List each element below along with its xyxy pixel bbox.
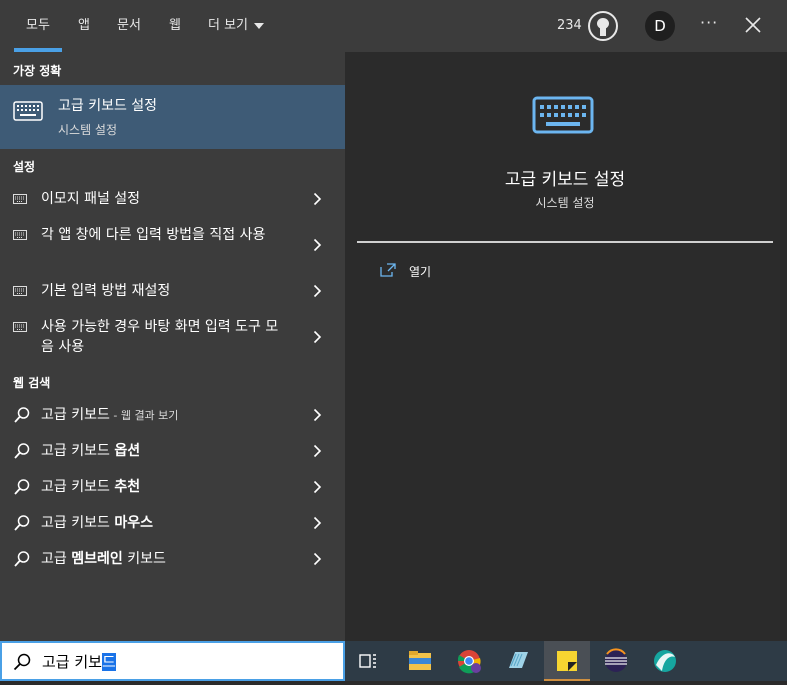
tab-apps-label: 앱 [78,18,90,33]
more-options-icon[interactable]: ··· [700,13,718,32]
open-icon[interactable] [380,263,396,277]
best-match-item[interactable]: 고급 키보드 설정 시스템 설정 [0,85,345,149]
keyboard-icon [13,322,27,332]
chrome-button[interactable] [446,641,492,681]
chevron-right-icon [313,192,322,206]
task-view-icon [359,654,376,668]
chevron-right-icon [313,408,322,422]
tab-more[interactable]: 더 보기 [208,0,265,52]
sticky-notes-button[interactable] [544,641,590,681]
search-top-bar: 모두 앱 문서 웹 더 보기 234 D ··· [0,0,787,52]
task-view-button[interactable] [345,641,391,681]
keyboard-icon [13,230,27,240]
web-result-suggestion: 마우스 [114,515,153,531]
app-icon [654,650,676,672]
tab-all[interactable]: 모두 [14,0,62,52]
panel-gap [345,52,357,641]
rewards-medal-icon[interactable] [588,11,618,41]
file-explorer-button[interactable] [397,641,443,681]
web-result-suggestion: 멤브레인 [71,551,123,567]
detail-subtitle: 시스템 설정 [535,196,595,210]
detail-pane: 고급 키보드 설정 시스템 설정 열기 [357,66,773,641]
keyboard-icon [13,286,27,296]
search-icon [13,653,31,671]
rewards-points: 234 [557,18,582,33]
settings-result-label: 기본 입력 방법 재설정 [41,283,171,299]
best-match-subtitle: 시스템 설정 [58,123,118,137]
chrome-icon [457,650,481,674]
settings-result-label: 이모지 패널 설정 [41,191,141,207]
avatar[interactable]: D [645,11,675,41]
settings-result-label: 사용 가능한 경우 바탕 화면 입력 도구 모음 사용 [41,319,279,355]
keyboard-icon [532,96,594,134]
keyboard-icon [13,194,27,204]
web-result-query: 고급 키보드 [41,443,115,459]
web-result-query: 고급 [41,551,72,567]
right-edge [773,52,787,641]
search-query-text: 고급 키보 [42,653,102,671]
web-result-suggestion: 옵션 [114,443,141,459]
results-panel: 가장 정확 고급 키보드 설정 시스템 설정 설정 이모지 패널 설정 각 앱 … [0,52,345,641]
settings-result-item[interactable]: 각 앱 창에 다른 입력 방법을 직접 사용 [0,224,345,266]
section-best-match: 가장 정확 [13,64,62,78]
chevron-right-icon [313,238,322,252]
web-result-query-end: 키보드 [122,551,166,567]
section-settings: 설정 [13,160,36,174]
web-result-item[interactable]: 고급 키보드 - 웹 결과 보기 [0,404,345,426]
chevron-right-icon [313,480,322,494]
tab-documents-label: 문서 [117,18,141,33]
sticky-notes-icon [557,651,577,671]
search-input[interactable]: 고급 키보드 [0,641,345,681]
open-action-label[interactable]: 열기 [409,263,431,280]
tab-web-label: 웹 [169,18,181,33]
settings-result-item[interactable]: 이모지 패널 설정 [0,188,345,210]
settings-result-item[interactable]: 사용 가능한 경우 바탕 화면 입력 도구 모음 사용 [0,316,345,358]
notepad-icon [509,652,528,668]
close-icon[interactable] [744,16,762,34]
search-icon [14,551,30,567]
web-result-query: 고급 키보드 [41,407,110,423]
tab-web[interactable]: 웹 [169,0,181,52]
web-result-item[interactable]: 고급 키보드 마우스 [0,512,345,534]
chevron-right-icon [313,444,322,458]
chevron-right-icon [313,552,322,566]
taskbar [345,641,787,681]
web-result-suggestion: 추천 [114,479,141,495]
web-result-item[interactable]: 고급 키보드 추천 [0,476,345,498]
web-result-item[interactable]: 고급 키보드 옵션 [0,440,345,462]
chevron-right-icon [313,516,322,530]
eclipse-button[interactable] [593,641,639,681]
web-result-query: 고급 키보드 [41,515,115,531]
settings-result-item[interactable]: 기본 입력 방법 재설정 [0,280,345,302]
search-icon [14,443,30,459]
tab-documents[interactable]: 문서 [117,0,141,52]
detail-title: 고급 키보드 설정 [504,170,626,190]
notepad-button[interactable] [495,641,541,681]
tab-apps[interactable]: 앱 [78,0,90,52]
search-icon [14,479,30,495]
web-result-item[interactable]: 고급 멤브레인 키보드 [0,548,345,570]
eclipse-icon [605,648,627,672]
search-query-selection: 드 [101,653,116,671]
search-icon [14,515,30,531]
web-result-query: 고급 키보드 [41,479,115,495]
chevron-right-icon [313,330,322,344]
tab-all-label: 모두 [26,18,50,33]
chevron-down-icon [254,22,265,29]
best-match-title: 고급 키보드 설정 [58,98,158,114]
chevron-right-icon [313,284,322,298]
file-explorer-icon [409,651,431,670]
section-web-search: 웹 검색 [13,376,51,390]
keyboard-icon [13,101,43,121]
settings-result-label: 각 앱 창에 다른 입력 방법을 직접 사용 [41,227,266,243]
app-button[interactable] [642,641,688,681]
search-icon [14,407,30,423]
web-result-hint: - 웹 결과 보기 [109,409,179,422]
detail-divider [357,241,773,243]
tab-more-label: 더 보기 [208,18,249,33]
